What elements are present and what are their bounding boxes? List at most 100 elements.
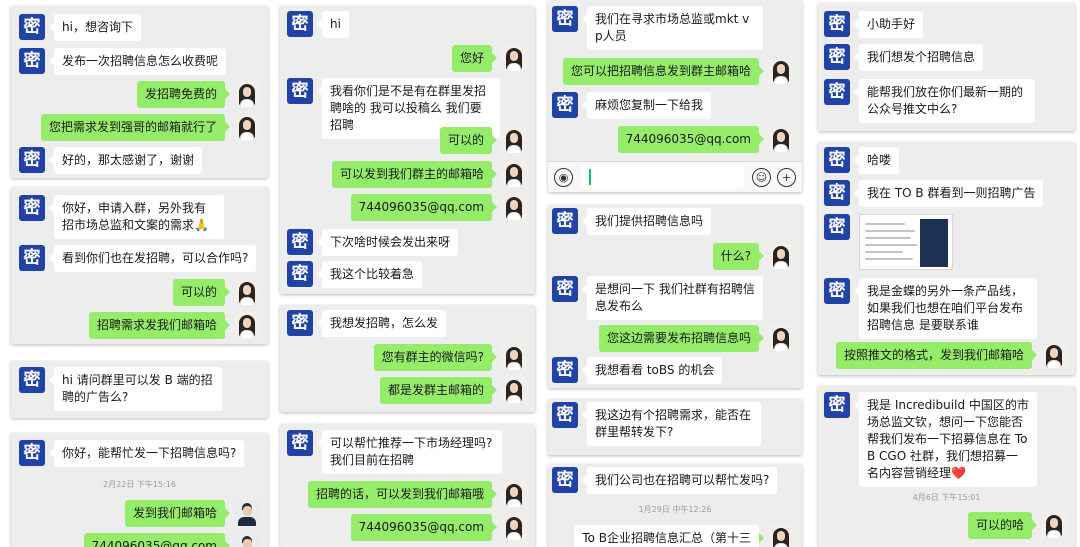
message-bubble[interactable]: 是想问一下 我们社群有招聘信息发布么 [582,276,763,320]
contact-avatar[interactable]: 密 [824,147,850,173]
user-avatar[interactable] [501,127,527,153]
message-bubble[interactable]: 您这边需要发布招聘信息吗 [598,325,765,352]
contact-avatar[interactable]: 密 [824,392,850,418]
message-bubble[interactable]: 744096035@qq.com [350,194,498,221]
plus-icon[interactable]: + [777,167,796,187]
message-bubble[interactable]: 我是 Incredibuild 中国区的市场总监文钦，想问一下您能否帮我们发布一… [854,392,1037,487]
emoji-icon[interactable]: ☺ [752,167,771,187]
message-bubble[interactable]: 744096035@qq.com [617,126,765,153]
contact-avatar[interactable]: 密 [19,48,45,74]
message-bubble[interactable]: 都是发群主邮箱的 [379,377,498,404]
user-avatar[interactable] [501,194,527,220]
contact-avatar[interactable]: 密 [824,278,850,304]
message-bubble[interactable]: hi [317,11,349,38]
message-input[interactable] [581,165,744,189]
user-avatar[interactable] [234,312,260,338]
user-avatar[interactable] [234,114,260,140]
contact-avatar[interactable]: 密 [19,195,45,221]
message-bubble[interactable]: 招聘的话，可以发到我们邮箱哦 [307,481,498,508]
message-bubble[interactable]: 好的，那太感谢了，谢谢 [48,147,203,174]
contact-avatar[interactable]: 密 [19,245,45,271]
contact-avatar[interactable]: 密 [552,276,578,302]
voice-icon[interactable]: ◉ [554,167,573,187]
contact-avatar[interactable]: 密 [287,78,313,104]
message-bubble[interactable]: 我们提供招聘信息吗 [581,208,712,235]
message-bubble[interactable]: 下次啥时候会发出来呀 [316,229,459,256]
contact-avatar[interactable]: 密 [824,214,850,240]
message-bubble[interactable]: 744096035@qq.com [83,533,231,547]
message-bubble[interactable]: 您好 [451,45,498,72]
contact-avatar[interactable]: 密 [287,261,313,287]
message-bubble[interactable]: 可以帮忙推荐一下市场经理吗? 我们目前在招聘 [317,430,502,474]
contact-avatar[interactable]: 密 [824,79,850,105]
message-bubble[interactable]: 我们公司也在招聘可以帮忙发吗? [581,467,778,494]
contact-avatar[interactable]: 密 [19,147,45,173]
message-bubble[interactable]: 可以发到我们群主的邮箱哈 [331,161,498,188]
message-bubble[interactable]: hi 请问群里可以发 B 端的招聘的广告么? [49,367,222,411]
user-avatar[interactable] [768,58,794,84]
contact-avatar[interactable]: 密 [552,357,578,383]
contact-avatar[interactable]: 密 [552,208,578,234]
message-bubble[interactable]: 我想发招聘，怎么发 [316,310,447,337]
message-bubble[interactable]: 可以的 [172,279,231,306]
message-bubble[interactable]: 我这边有个招聘需求，能否在群里帮转发下? [582,402,761,446]
user-avatar[interactable] [768,325,794,351]
message-bubble[interactable]: 什么? [712,243,765,270]
shared-article-card[interactable]: To B企业招聘信息汇总（第十三 [574,525,764,547]
contact-avatar[interactable]: 密 [552,92,578,118]
message-bubble[interactable]: 能帮我们放在你们最新一期的公众号推文中么? [854,79,1035,123]
message-bubble[interactable]: 您把需求发到强哥的邮箱就行了 [40,114,231,141]
message-bubble[interactable]: 哈喽 [853,147,900,174]
user-avatar[interactable] [768,126,794,152]
message-bubble[interactable]: 我们在寻求市场总监或mkt vp人员 [582,6,763,50]
message-bubble[interactable]: 我这个比较着急 [316,261,423,288]
user-avatar[interactable] [1041,342,1067,368]
user-avatar[interactable] [768,243,794,269]
user-avatar[interactable] [501,481,527,507]
message-bubble[interactable]: 发布一次招聘信息怎么收费呢 [48,48,227,75]
contact-avatar[interactable]: 密 [552,402,578,428]
contact-avatar[interactable]: 密 [824,180,850,206]
message-bubble[interactable]: 我们想发个招聘信息 [853,44,984,71]
message-bubble[interactable]: 可以的哈 [967,512,1038,539]
user-avatar[interactable] [501,514,527,540]
contact-avatar[interactable]: 密 [287,310,313,336]
user-avatar[interactable] [501,377,527,403]
user-avatar[interactable] [234,81,260,107]
message-bubble[interactable]: 您可以把招聘信息发到群主邮箱哈 [562,58,765,85]
message-bubble[interactable]: 按照推文的格式，发到我们邮箱哈 [835,342,1038,369]
contact-avatar[interactable]: 密 [19,367,45,393]
contact-avatar[interactable]: 密 [552,467,578,493]
message-bubble[interactable]: 744096035@qq.com [350,514,498,541]
image-message[interactable] [859,214,953,270]
user-avatar[interactable] [1041,512,1067,538]
contact-avatar[interactable]: 密 [19,440,45,466]
message-bubble[interactable]: 我在 TO B 群看到一则招聘广告 [853,180,1044,207]
user-avatar[interactable] [501,45,527,71]
contact-avatar[interactable]: 密 [824,44,850,70]
contact-avatar[interactable]: 密 [287,430,313,456]
message-bubble[interactable]: 发招聘免费的 [136,81,231,108]
contact-avatar[interactable]: 密 [19,14,45,40]
message-bubble[interactable]: 麻烦您复制一下给我 [581,92,712,119]
contact-avatar[interactable]: 密 [287,11,313,37]
contact-avatar[interactable]: 密 [287,229,313,255]
message-bubble[interactable]: 小助手好 [853,11,924,38]
message-bubble[interactable]: 发到我们邮箱哈 [124,500,231,527]
message-bubble[interactable]: 我想看看 toBS 的机会 [581,357,723,384]
message-bubble[interactable]: 你好，申请入群，另外我有招市场总监和文案的需求🙏 [49,195,224,239]
message-bubble[interactable]: hi，想咨询下 [49,14,141,41]
contact-avatar[interactable]: 密 [552,6,578,32]
message-bubble[interactable]: 你好，能帮忙发一下招聘信息吗? [48,440,245,467]
user-avatar[interactable] [234,500,260,526]
message-bubble[interactable]: 您有群主的微信吗? [373,344,498,371]
user-avatar[interactable] [768,525,794,547]
user-avatar[interactable] [501,161,527,187]
message-bubble[interactable]: 看到你们也在发招聘，可以合作吗? [48,245,257,272]
user-avatar[interactable] [234,279,260,305]
user-avatar[interactable] [501,344,527,370]
message-bubble[interactable]: 可以的 [439,127,498,154]
contact-avatar[interactable]: 密 [824,11,850,37]
user-avatar[interactable] [234,533,260,547]
message-bubble[interactable]: 招聘需求发我们邮箱哈 [88,312,231,339]
